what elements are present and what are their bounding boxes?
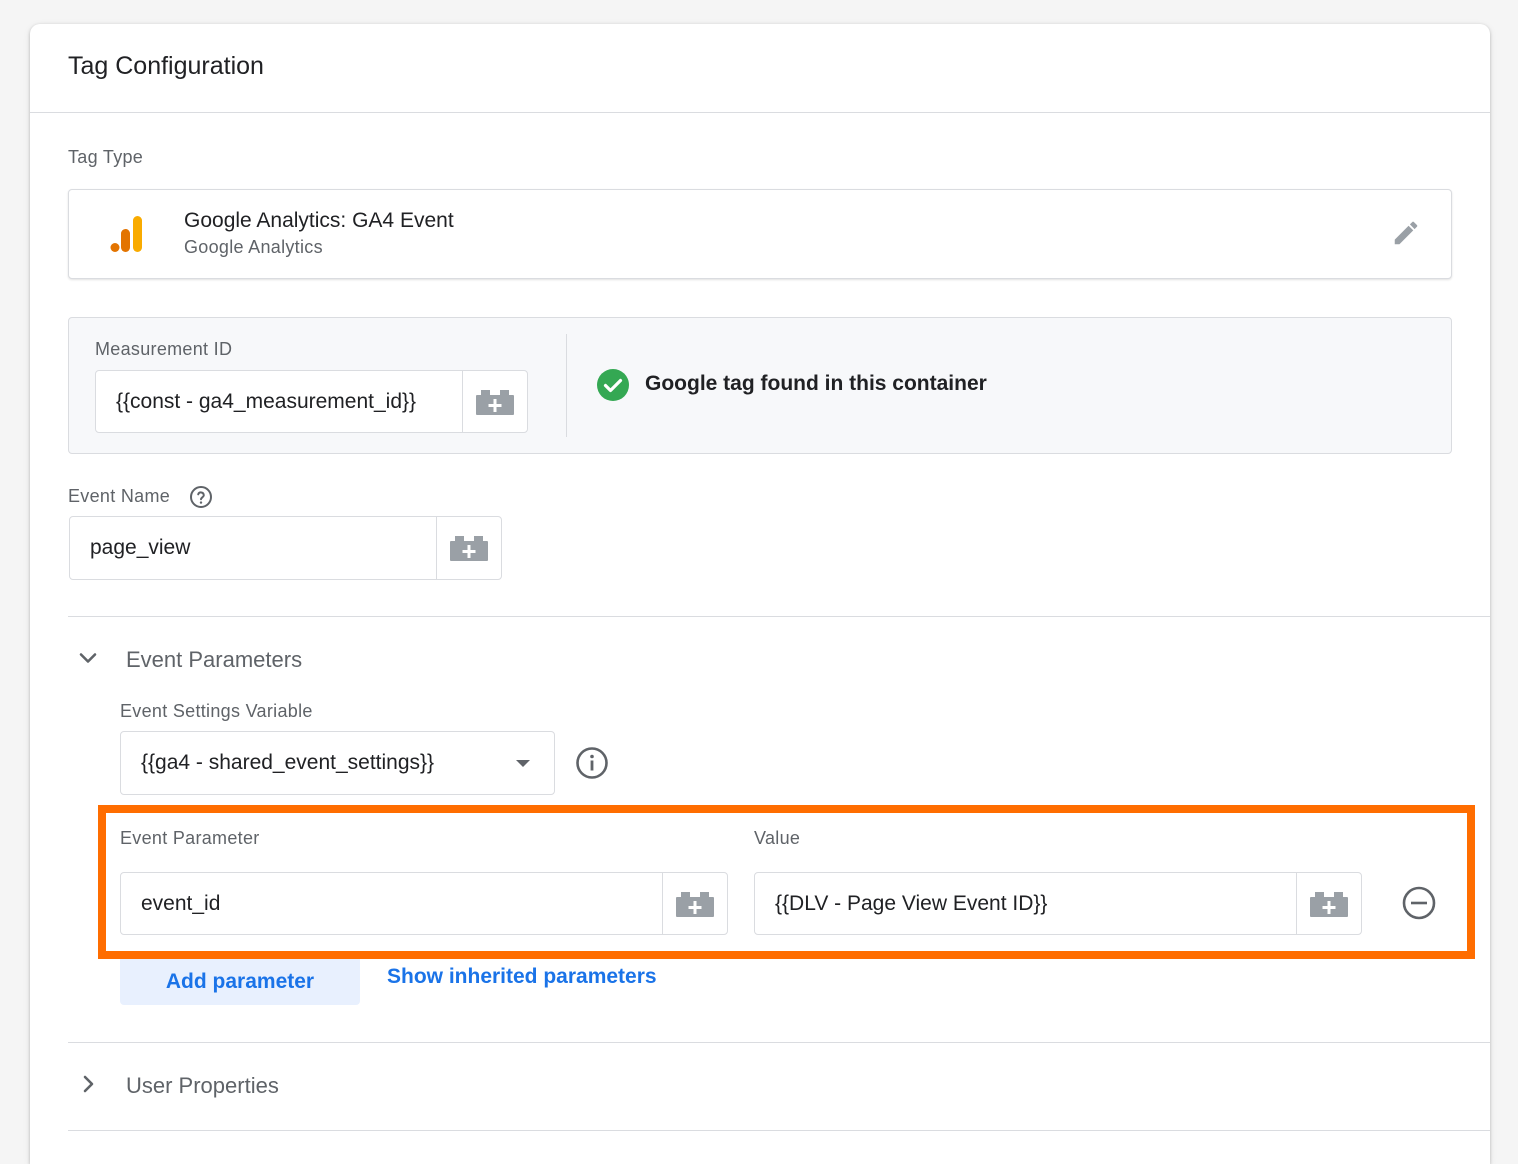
tag-type-selector[interactable]: Google Analytics: GA4 Event Google Analy…: [68, 189, 1452, 279]
variable-picker-button[interactable]: [436, 517, 501, 579]
measurement-id-panel: Measurement ID {{const - ga4_measurement…: [68, 317, 1452, 454]
info-icon[interactable]: [575, 746, 609, 785]
variable-picker-button[interactable]: [462, 371, 527, 432]
section-divider: [68, 616, 1490, 617]
event-settings-variable-value: {{ga4 - shared_event_settings}}: [141, 751, 435, 774]
tag-configuration-card: Tag Configuration Tag Type Google Analyt…: [30, 24, 1490, 1164]
ga-analytics-logo-icon: [110, 216, 144, 257]
tag-type-provider: Google Analytics: [184, 237, 323, 257]
card-title: Tag Configuration: [68, 52, 264, 80]
event-name-label: Event Name: [68, 486, 171, 506]
header-divider: [30, 112, 1490, 113]
add-parameter-button[interactable]: Add parameter: [120, 959, 360, 1005]
tag-type-label: Tag Type: [68, 147, 144, 167]
pencil-icon[interactable]: [1391, 218, 1421, 253]
highlight-box: [98, 805, 1475, 959]
check-circle-icon: [596, 368, 630, 407]
show-inherited-parameters-link[interactable]: Show inherited parameters: [387, 965, 657, 989]
user-properties-title[interactable]: User Properties: [126, 1073, 279, 1099]
event-name-input[interactable]: page_view: [69, 516, 502, 580]
measurement-id-input[interactable]: {{const - ga4_measurement_id}}: [95, 370, 528, 433]
help-circle-icon[interactable]: [189, 485, 213, 514]
google-tag-status: Google tag found in this container: [645, 372, 987, 395]
event-parameters-title[interactable]: Event Parameters: [126, 647, 302, 673]
event-settings-variable-label: Event Settings Variable: [120, 701, 313, 721]
add-variable-icon: [476, 389, 514, 415]
event-settings-variable-select[interactable]: {{ga4 - shared_event_settings}}: [120, 731, 555, 795]
add-variable-icon: [450, 536, 488, 561]
chevron-right-icon[interactable]: [76, 1072, 100, 1101]
measurement-id-value: {{const - ga4_measurement_id}}: [116, 389, 417, 413]
chevron-down-icon[interactable]: [76, 646, 100, 675]
section-divider: [68, 1130, 1490, 1131]
panel-divider: [566, 334, 567, 437]
tag-type-name: Google Analytics: GA4 Event: [184, 209, 454, 232]
event-name-value: page_view: [90, 536, 191, 559]
section-divider: [68, 1042, 1490, 1043]
measurement-id-label: Measurement ID: [95, 339, 233, 359]
dropdown-arrow-icon: [516, 760, 530, 767]
